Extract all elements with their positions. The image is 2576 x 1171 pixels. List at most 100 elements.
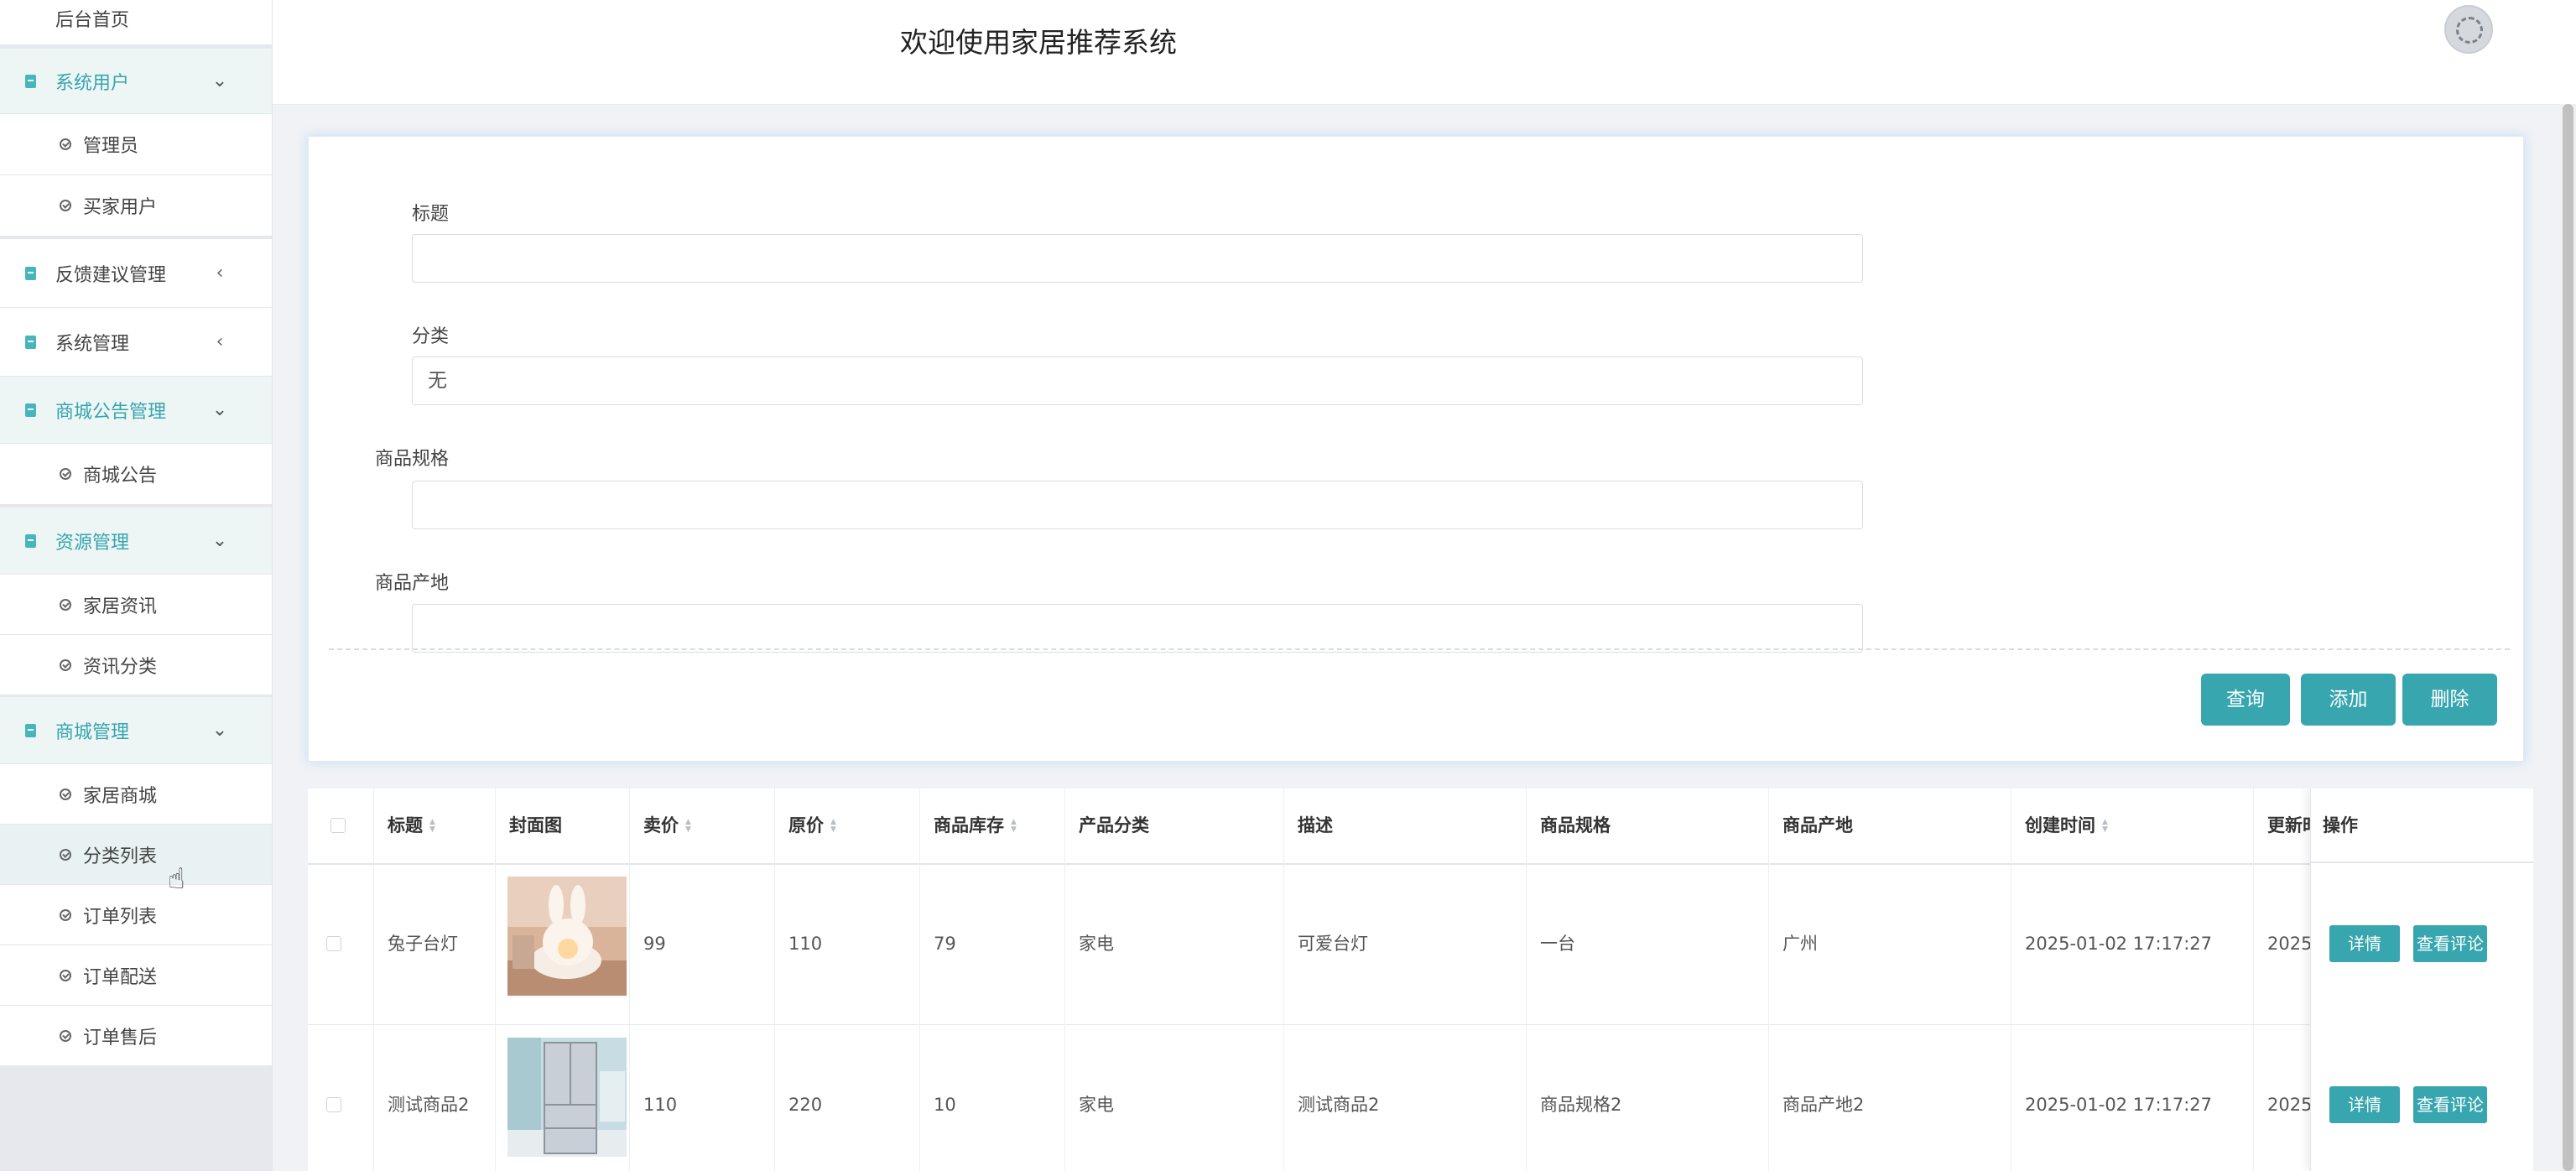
col-title[interactable]: 标题 ▲ ▼ <box>374 788 496 863</box>
view-comments-button[interactable]: 查看评论 <box>2413 1086 2487 1123</box>
sidebar-item-label: 资讯分类 <box>83 656 158 678</box>
main-content: 标题 分类 无 商品规格 商品产地 查询 添加 删除 标题 ▲ ▼ 封面图 卖价 ▲ ▼… <box>285 106 2550 1171</box>
check-circle-icon <box>60 200 71 211</box>
avatar[interactable] <box>2444 5 2493 54</box>
sidebar-group-system-users[interactable]: 系统用户 ⌄ <box>0 49 272 114</box>
sidebar-group-system[interactable]: 系统管理 ‹ <box>0 308 272 377</box>
col-origin-label: 商品产地 <box>1782 815 1853 835</box>
col-price-label: 卖价 <box>643 815 679 835</box>
top-header: 欢迎使用家居推荐系统 <box>273 0 2576 105</box>
operations-column: 操作 详情 查看评论 详情 查看评论 <box>2310 788 2533 1171</box>
add-button[interactable]: 添加 <box>2301 674 2396 726</box>
cell-price: 110 <box>630 1024 775 1171</box>
document-icon <box>25 723 36 737</box>
row-select-cell <box>308 863 374 1024</box>
sidebar-item-label: 商城公告 <box>83 466 158 487</box>
col-original-label: 原价 <box>788 815 824 835</box>
col-origin: 商品产地 <box>1769 788 2011 863</box>
cell-title: 测试商品2 <box>374 1024 496 1171</box>
sidebar-group-resources[interactable]: 资源管理 ⌄ <box>0 507 272 575</box>
sort-icon: ▲ ▼ <box>830 818 836 834</box>
sidebar-item-news-category[interactable]: 资讯分类 <box>0 635 272 695</box>
document-icon <box>25 533 36 548</box>
sidebar-item-label: 系统管理 <box>55 333 130 355</box>
row-checkbox[interactable] <box>326 936 341 951</box>
check-circle-icon <box>60 598 71 611</box>
sidebar-item-label: 商城管理 <box>55 721 130 743</box>
query-button[interactable]: 查询 <box>2201 674 2290 726</box>
sidebar-item-label: 商城公告管理 <box>55 401 167 423</box>
col-created[interactable]: 创建时间 ▲ ▼ <box>2011 788 2254 863</box>
cell-origin: 商品产地2 <box>1769 1024 2011 1171</box>
sidebar-group-feedback[interactable]: 反馈建议管理 ‹ <box>0 239 272 308</box>
table-row: 测试商品2 110 220 10 家电 测试商品2 商品规格2 商品产地2 20… <box>308 1024 2533 1171</box>
check-circle-icon <box>60 788 71 800</box>
sort-icon: ▲ ▼ <box>685 818 691 834</box>
check-circle-icon <box>60 908 71 921</box>
col-price[interactable]: 卖价 ▲ ▼ <box>630 788 775 863</box>
product-table: 标题 ▲ ▼ 封面图 卖价 ▲ ▼ 原价 ▲ ▼ 商品库存 ▲ ▼ 产品分类 描述 商品规格 商… <box>308 788 2533 1171</box>
category-label: 分类 <box>412 326 450 347</box>
sidebar-group-mall[interactable]: 商城管理 ⌄ <box>0 697 272 764</box>
check-circle-icon <box>60 138 71 150</box>
col-spec: 商品规格 <box>1527 788 1769 863</box>
spec-label: 商品规格 <box>375 449 450 470</box>
check-circle-icon <box>60 658 71 671</box>
sidebar-item-label: 后台首页 <box>55 10 130 31</box>
table-header: 标题 ▲ ▼ 封面图 卖价 ▲ ▼ 原价 ▲ ▼ 商品库存 ▲ ▼ 产品分类 描述 商品规格 商… <box>308 788 2533 865</box>
col-spec-label: 商品规格 <box>1540 815 1611 835</box>
sidebar-item-label: 管理员 <box>83 136 139 157</box>
row-checkbox[interactable] <box>326 1097 341 1112</box>
rabbit-lamp-image <box>507 877 627 996</box>
cell-stock: 10 <box>920 1024 1065 1171</box>
sidebar-item-label: 分类列表 <box>83 846 158 867</box>
sidebar-item-label: 家居资讯 <box>83 596 158 617</box>
hand-cursor-icon: ☝ <box>168 862 185 896</box>
spec-input[interactable] <box>412 481 1863 529</box>
chevron-left-icon: ‹ <box>216 331 224 352</box>
cell-desc: 可爱台灯 <box>1284 863 1527 1024</box>
cell-original-price: 110 <box>775 863 920 1024</box>
sidebar-item-orders[interactable]: 订单列表 <box>0 885 272 945</box>
document-icon <box>25 266 36 280</box>
sidebar-item-delivery[interactable]: 订单配送 <box>0 945 272 1006</box>
check-circle-icon <box>60 848 71 861</box>
col-title-label: 标题 <box>388 815 423 835</box>
sidebar-item-after-sales[interactable]: 订单售后 <box>0 1006 272 1066</box>
delete-button[interactable]: 删除 <box>2402 674 2497 726</box>
detail-button[interactable]: 详情 <box>2329 1086 2400 1123</box>
scrollbar-thumb[interactable] <box>2563 104 2573 1171</box>
col-operations: 操作 <box>2311 788 2533 863</box>
sidebar-item-category-list[interactable]: 分类列表 <box>0 825 272 885</box>
select-all-checkbox[interactable] <box>330 818 346 833</box>
chevron-left-icon: ‹ <box>216 263 224 284</box>
cell-original-price: 220 <box>775 1024 920 1171</box>
title-input[interactable] <box>412 234 1863 283</box>
table-row: 兔子台灯 99 110 79 家电 可爱台灯 一台 广州 2025-01-02 … <box>308 863 2533 1025</box>
sidebar-item-buyers[interactable]: 买家用户 <box>0 175 272 237</box>
cell-price: 99 <box>630 863 775 1024</box>
category-select[interactable]: 无 <box>412 357 1863 405</box>
sort-icon: ▲ ▼ <box>429 818 435 834</box>
sort-icon: ▲ ▼ <box>1011 818 1017 834</box>
sidebar-item-news[interactable]: 家居资讯 <box>0 575 272 635</box>
sidebar-item-admin[interactable]: 管理员 <box>0 114 272 175</box>
col-stock[interactable]: 商品库存 ▲ ▼ <box>920 788 1065 863</box>
cell-created: 2025-01-02 17:17:27 <box>2011 863 2254 1024</box>
chevron-down-icon: ⌄ <box>211 399 228 420</box>
sidebar-item-label: 反馈建议管理 <box>55 264 167 286</box>
view-comments-button[interactable]: 查看评论 <box>2413 925 2487 962</box>
check-circle-icon <box>60 468 71 480</box>
col-stock-label: 商品库存 <box>934 815 1004 835</box>
sidebar-item-mall[interactable]: 家居商城 <box>0 764 272 825</box>
col-created-label: 创建时间 <box>2025 815 2095 835</box>
col-original-price[interactable]: 原价 ▲ ▼ <box>775 788 920 863</box>
detail-button[interactable]: 详情 <box>2329 925 2400 962</box>
sidebar-item-home[interactable]: 后台首页 <box>0 0 272 45</box>
sidebar-item-notice[interactable]: 商城公告 <box>0 444 272 505</box>
form-divider <box>329 648 2510 650</box>
sidebar-group-notice[interactable]: 商城公告管理 ⌄ <box>0 377 272 444</box>
cell-spec: 一台 <box>1527 863 1769 1024</box>
chevron-down-icon: ⌄ <box>211 720 228 741</box>
origin-input[interactable] <box>412 604 1863 653</box>
